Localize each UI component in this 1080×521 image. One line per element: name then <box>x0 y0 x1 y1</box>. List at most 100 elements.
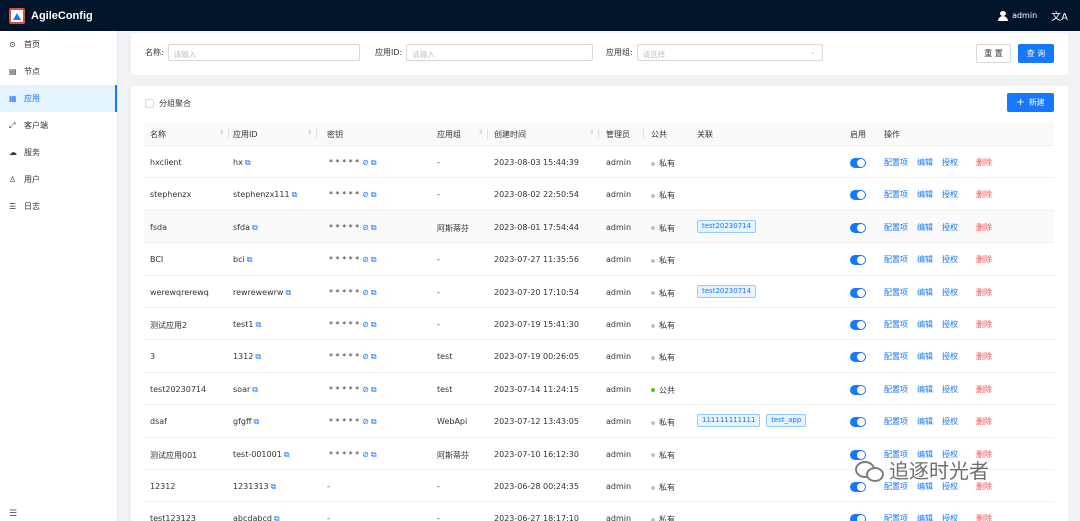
enabled-toggle[interactable] <box>850 222 866 233</box>
sort-icon[interactable]: ⇕ <box>219 129 224 136</box>
eye-off-icon[interactable]: ⊘ <box>362 255 369 264</box>
eye-off-icon[interactable]: ⊘ <box>362 352 369 361</box>
delete-link[interactable]: 删除 <box>976 351 992 362</box>
auth-link[interactable]: 授权 <box>942 319 958 330</box>
auth-link[interactable]: 授权 <box>942 416 958 427</box>
edit-link[interactable]: 编辑 <box>917 319 933 330</box>
delete-link[interactable]: 删除 <box>976 157 992 168</box>
copy-icon[interactable]: ⧉ <box>255 352 261 361</box>
link-tag[interactable]: 111111111111 <box>697 414 761 428</box>
enabled-toggle[interactable] <box>850 320 866 330</box>
delete-link[interactable]: 删除 <box>976 513 992 521</box>
sort-icon[interactable]: ⇕ <box>589 129 594 136</box>
copy-icon[interactable]: ⧉ <box>371 288 377 297</box>
config-link[interactable]: 配置项 <box>884 384 908 395</box>
edit-link[interactable]: 编辑 <box>917 189 933 200</box>
enabled-toggle[interactable] <box>850 287 866 298</box>
copy-icon[interactable]: ⧉ <box>292 190 298 199</box>
group-toggle[interactable]: 分组聚合 <box>145 98 191 109</box>
translate-icon[interactable]: 文A <box>1051 8 1068 23</box>
collapse-menu-icon[interactable]: ☰ <box>9 509 17 519</box>
eye-off-icon[interactable]: ⊘ <box>362 288 369 297</box>
auth-link[interactable]: 授权 <box>942 254 958 265</box>
delete-link[interactable]: 删除 <box>976 189 992 200</box>
sidebar-item-4[interactable]: ☁ 服务 <box>0 139 117 166</box>
config-link[interactable]: 配置项 <box>884 287 908 298</box>
copy-icon[interactable]: ⧉ <box>284 450 290 459</box>
config-link[interactable]: 配置项 <box>884 189 908 200</box>
auth-link[interactable]: 授权 <box>942 513 958 521</box>
auth-link[interactable]: 授权 <box>942 189 958 200</box>
appid-input[interactable]: 请输入 <box>406 44 594 61</box>
eye-off-icon[interactable]: ⊘ <box>362 385 369 394</box>
enabled-toggle[interactable] <box>850 352 866 363</box>
config-link[interactable]: 配置项 <box>884 222 908 233</box>
copy-icon[interactable]: ⧉ <box>245 158 251 167</box>
auth-link[interactable]: 授权 <box>942 351 958 362</box>
new-app-button[interactable]: + 新建 <box>1007 93 1054 112</box>
edit-link[interactable]: 编辑 <box>917 287 933 298</box>
enabled-toggle[interactable] <box>850 384 866 395</box>
copy-icon[interactable]: ⧉ <box>274 514 280 521</box>
sidebar-item-6[interactable]: ☰ 日志 <box>0 193 117 220</box>
enabled-toggle[interactable] <box>850 255 866 266</box>
delete-link[interactable]: 删除 <box>976 416 992 427</box>
eye-off-icon[interactable]: ⊘ <box>362 158 369 167</box>
auth-link[interactable]: 授权 <box>942 384 958 395</box>
copy-icon[interactable]: ⧉ <box>371 417 377 426</box>
delete-link[interactable]: 删除 <box>976 319 992 330</box>
group-select[interactable]: 请选择 ⌄ <box>636 44 823 61</box>
copy-icon[interactable]: ⧉ <box>371 223 377 232</box>
col-created[interactable]: 创建时间 <box>494 129 526 140</box>
copy-icon[interactable]: ⧉ <box>371 320 377 329</box>
delete-link[interactable]: 删除 <box>976 287 992 298</box>
copy-icon[interactable]: ⧉ <box>247 255 253 264</box>
config-link[interactable]: 配置项 <box>884 351 908 362</box>
reset-button[interactable]: 重 置 <box>976 44 1011 63</box>
copy-icon[interactable]: ⧉ <box>371 385 377 394</box>
copy-icon[interactable]: ⧉ <box>252 385 258 394</box>
auth-link[interactable]: 授权 <box>942 157 958 168</box>
copy-icon[interactable]: ⧉ <box>371 158 377 167</box>
eye-off-icon[interactable]: ⊘ <box>362 190 369 199</box>
copy-icon[interactable]: ⧉ <box>252 223 258 232</box>
config-link[interactable]: 配置项 <box>884 319 908 330</box>
config-link[interactable]: 配置项 <box>884 416 908 427</box>
sort-icon[interactable]: ⇕ <box>478 129 483 136</box>
sort-icon[interactable]: ⇕ <box>307 129 312 136</box>
sidebar-item-2[interactable]: ▦ 应用 <box>0 85 117 112</box>
edit-link[interactable]: 编辑 <box>917 254 933 265</box>
config-link[interactable]: 配置项 <box>884 157 908 168</box>
sidebar-item-1[interactable]: ▤ 节点 <box>0 58 117 85</box>
user-name[interactable]: admin <box>1012 11 1037 20</box>
sidebar-item-5[interactable]: ♙ 用户 <box>0 166 117 193</box>
enabled-toggle[interactable] <box>850 417 866 428</box>
copy-icon[interactable]: ⧉ <box>255 320 261 329</box>
copy-icon[interactable]: ⧉ <box>371 352 377 361</box>
edit-link[interactable]: 编辑 <box>917 222 933 233</box>
edit-link[interactable]: 编辑 <box>917 384 933 395</box>
edit-link[interactable]: 编辑 <box>917 351 933 362</box>
col-group[interactable]: 应用组 <box>437 129 461 140</box>
edit-link[interactable]: 编辑 <box>917 157 933 168</box>
copy-icon[interactable]: ⧉ <box>371 190 377 199</box>
edit-link[interactable]: 编辑 <box>917 416 933 427</box>
link-tag[interactable]: test_app <box>766 414 807 428</box>
enabled-toggle[interactable] <box>850 158 866 168</box>
app-logo[interactable]: AgileConfig <box>9 7 93 24</box>
copy-icon[interactable]: ⧉ <box>285 288 291 297</box>
name-input[interactable]: 请输入 <box>167 44 360 61</box>
query-button[interactable]: 查 询 <box>1018 44 1054 63</box>
eye-off-icon[interactable]: ⊘ <box>362 450 369 459</box>
sidebar-item-3[interactable]: ⤢ 客户端 <box>0 112 117 139</box>
auth-link[interactable]: 授权 <box>942 287 958 298</box>
edit-link[interactable]: 编辑 <box>917 513 933 521</box>
link-tag[interactable]: test20230714 <box>697 219 757 233</box>
eye-off-icon[interactable]: ⊘ <box>362 320 369 329</box>
config-link[interactable]: 配置项 <box>884 513 908 521</box>
enabled-toggle[interactable] <box>850 514 866 521</box>
eye-off-icon[interactable]: ⊘ <box>362 223 369 232</box>
user-avatar-icon[interactable] <box>998 10 1009 21</box>
eye-off-icon[interactable]: ⊘ <box>362 417 369 426</box>
config-link[interactable]: 配置项 <box>884 254 908 265</box>
